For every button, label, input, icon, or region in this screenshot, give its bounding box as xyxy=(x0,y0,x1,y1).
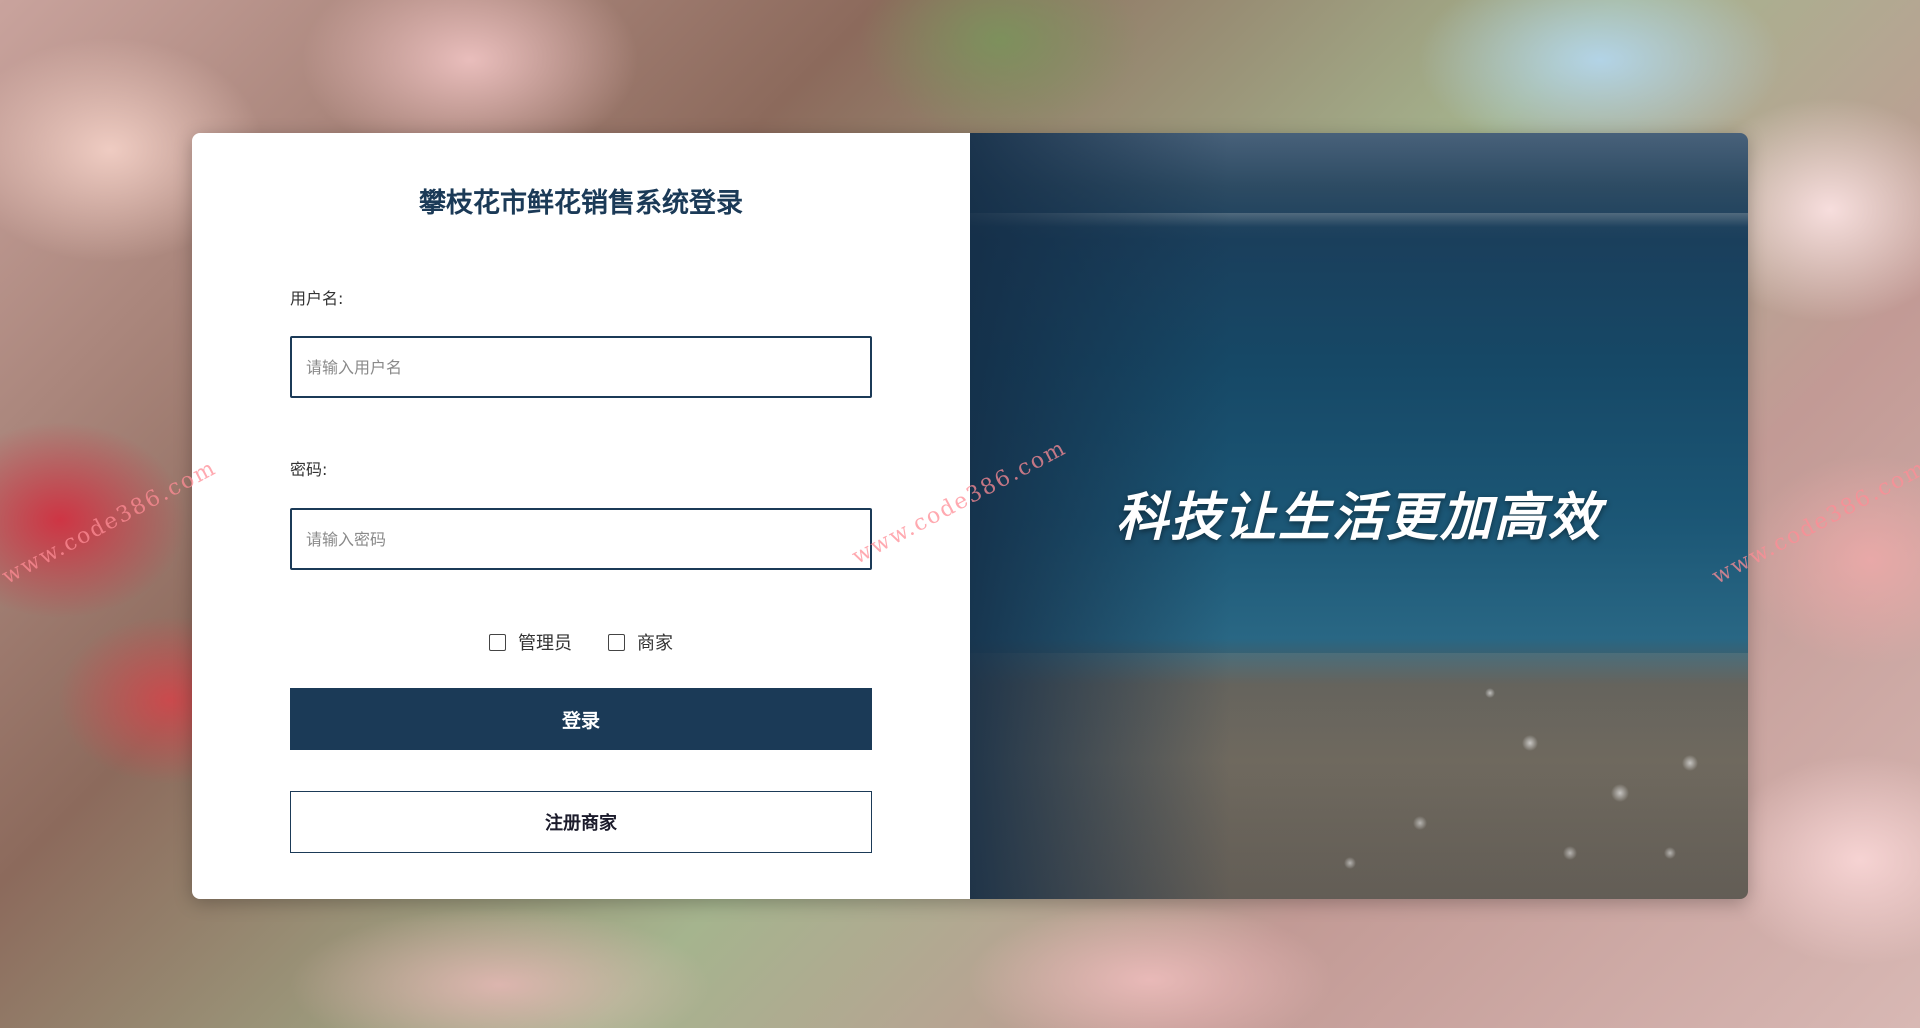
username-label: 用户名: xyxy=(290,289,344,308)
login-card: 攀枝花市鲜花销售系统登录 用户名: 密码: 管理员 商家 登录 注册商家 xyxy=(192,133,1748,899)
login-form-panel: 攀枝花市鲜花销售系统登录 用户名: 密码: 管理员 商家 登录 注册商家 xyxy=(192,133,970,899)
login-page: 攀枝花市鲜花销售系统登录 用户名: 密码: 管理员 商家 登录 注册商家 xyxy=(0,0,1920,1028)
role-option-merchant[interactable]: 商家 xyxy=(608,629,673,655)
banner-panel: 科技让生活更加高效 xyxy=(970,133,1748,899)
role-label-merchant: 商家 xyxy=(637,633,673,654)
watermark: www.code386.com xyxy=(0,455,221,590)
username-input[interactable] xyxy=(290,336,872,398)
role-selector: 管理员 商家 xyxy=(192,629,970,655)
page-title: 攀枝花市鲜花销售系统登录 xyxy=(419,188,743,219)
checkbox-icon[interactable] xyxy=(608,633,625,651)
password-input[interactable] xyxy=(290,508,872,570)
checkbox-icon[interactable] xyxy=(489,633,506,651)
role-label-admin: 管理员 xyxy=(518,633,572,654)
register-merchant-button[interactable]: 注册商家 xyxy=(290,791,872,853)
login-button[interactable]: 登录 xyxy=(290,688,872,750)
banner-slogan: 科技让生活更加高效 xyxy=(1115,488,1602,548)
role-option-admin[interactable]: 管理员 xyxy=(489,629,572,655)
password-label: 密码: xyxy=(290,460,328,479)
